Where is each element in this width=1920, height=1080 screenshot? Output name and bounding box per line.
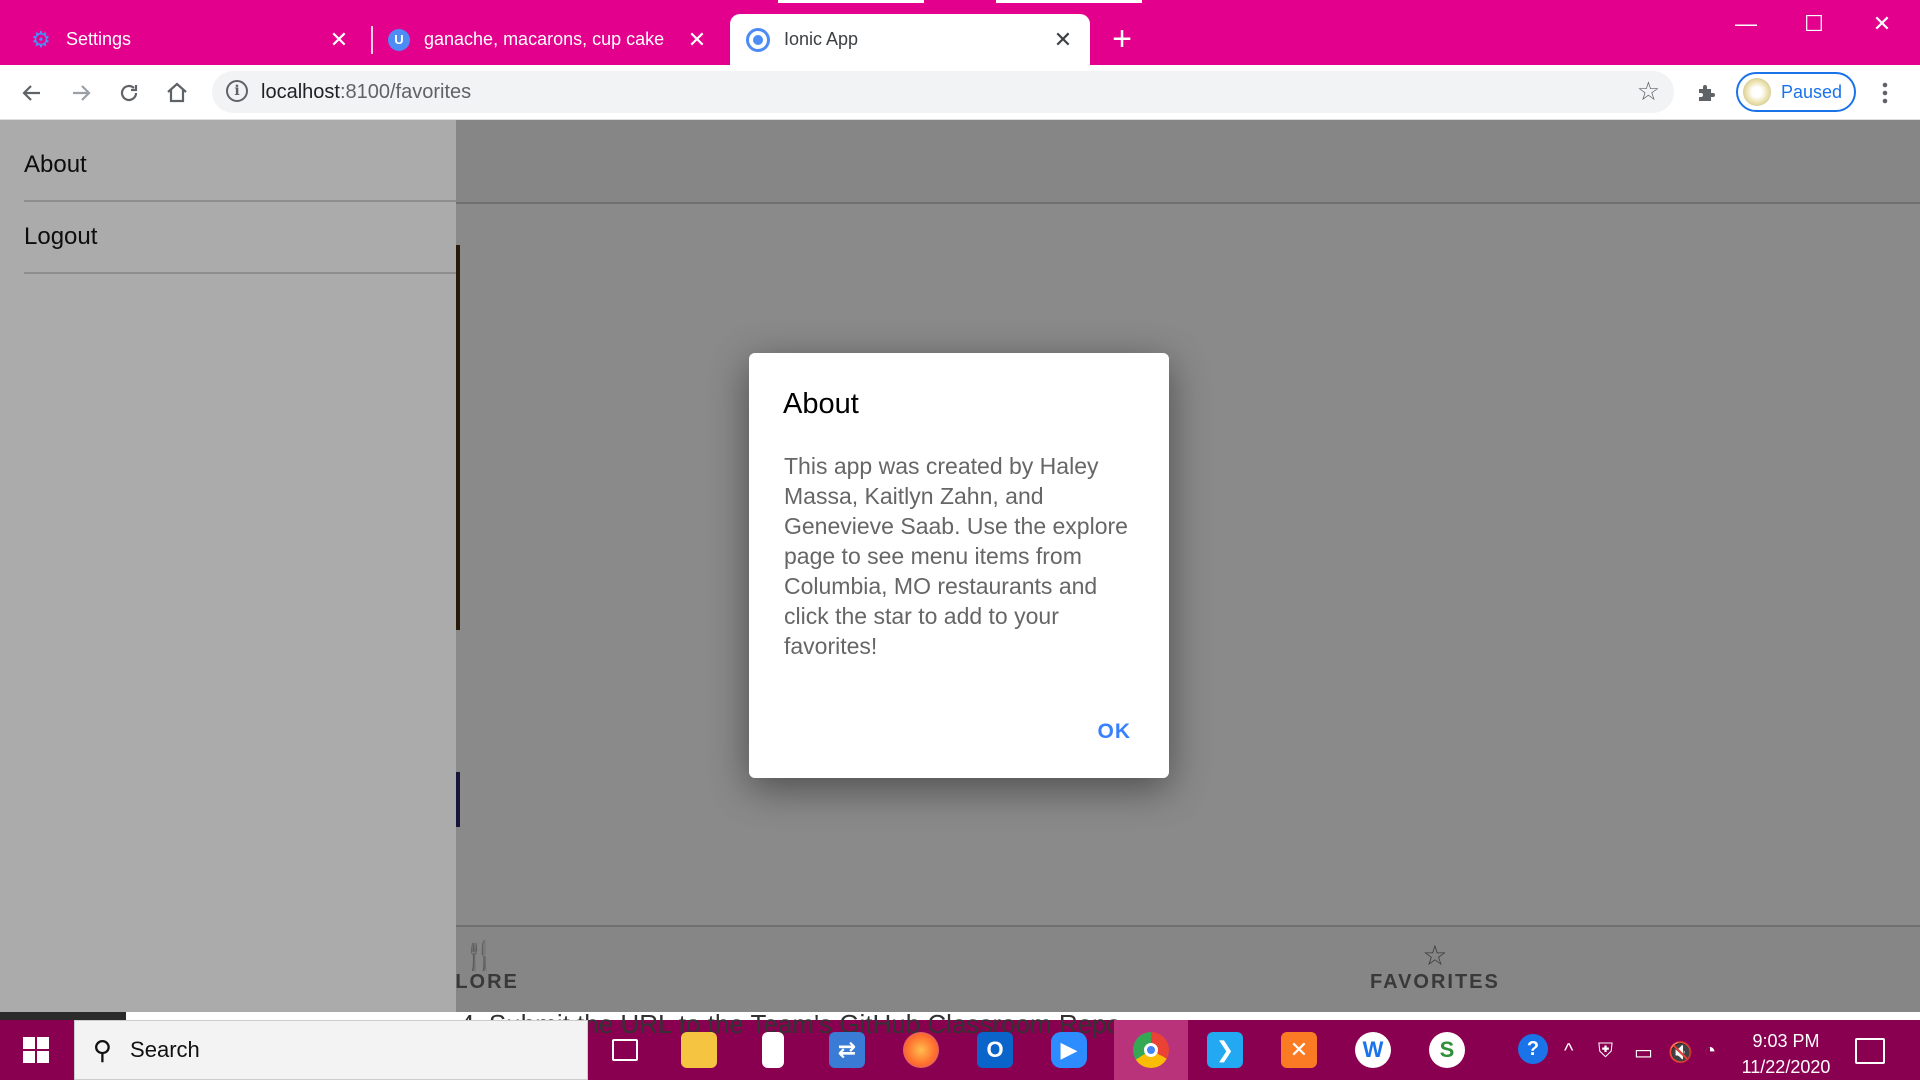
- close-icon[interactable]: ✕: [326, 27, 352, 53]
- taskbar-vscode[interactable]: ❯: [1188, 1020, 1262, 1080]
- url-text: localhost:8100/favorites: [261, 81, 471, 104]
- profile-button[interactable]: Paused: [1736, 72, 1856, 112]
- tab-settings[interactable]: ⚙ Settings ✕: [0, 14, 366, 65]
- alert-message: This app was created by Haley Massa, Kai…: [784, 453, 1128, 659]
- reload-button[interactable]: [112, 76, 146, 110]
- start-button[interactable]: [0, 1020, 72, 1080]
- folder-icon: [681, 1032, 717, 1068]
- tab-ionic-app[interactable]: Ionic App ✕: [730, 14, 1090, 65]
- app-viewport: 🍴 PLORE ☆ FAVORITES About Logout About T…: [0, 120, 1920, 1012]
- search-placeholder: Search: [130, 1037, 200, 1062]
- taskbar-task-view[interactable]: [588, 1020, 662, 1080]
- address-bar[interactable]: i localhost:8100/favorites ☆: [212, 71, 1674, 113]
- loading-icon: [746, 27, 770, 52]
- task-view-icon: [612, 1039, 638, 1061]
- network-icon: ⇄: [829, 1032, 865, 1068]
- battery-icon[interactable]: ▭: [1634, 1040, 1653, 1065]
- firefox-icon: [903, 1032, 939, 1068]
- alert-title: About: [783, 388, 859, 420]
- minimize-button[interactable]: —: [1721, 8, 1771, 40]
- taskbar-chrome[interactable]: [1114, 1020, 1188, 1080]
- system-clock[interactable]: 9:03 PM 11/22/2020: [1730, 1028, 1842, 1080]
- taskbar-outlook[interactable]: O: [958, 1020, 1032, 1080]
- url-host: localhost: [261, 81, 340, 103]
- notification-center-icon[interactable]: [1855, 1038, 1885, 1064]
- menu-button[interactable]: [1868, 76, 1902, 110]
- browser-toolbar: i localhost:8100/favorites ☆ Paused: [0, 65, 1920, 120]
- taskbar-zoom[interactable]: ▶: [1032, 1020, 1106, 1080]
- close-window-button[interactable]: ✕: [1857, 8, 1907, 40]
- new-tab-button[interactable]: +: [1104, 22, 1140, 58]
- forward-button[interactable]: [64, 76, 98, 110]
- tab-label: ganache, macarons, cup cake: [424, 29, 665, 49]
- clock-date: 11/22/2020: [1741, 1057, 1831, 1077]
- search-icon: ⚲: [93, 1034, 113, 1065]
- tab-label: Ionic App: [784, 29, 859, 49]
- menu-item-logout[interactable]: Logout: [24, 202, 456, 274]
- home-button[interactable]: [160, 76, 194, 110]
- menu-item-about[interactable]: About: [24, 130, 456, 202]
- kebab-menu-icon: [1882, 82, 1888, 104]
- outlook-icon: O: [977, 1032, 1013, 1068]
- arrow-left-icon: [22, 85, 40, 101]
- home-icon: [167, 82, 187, 103]
- chevron-up-icon[interactable]: ^: [1564, 1040, 1573, 1063]
- bookmark-star-icon[interactable]: ☆: [1637, 76, 1660, 107]
- avatar: [1743, 78, 1771, 106]
- about-alert-dialog: About This app was created by Haley Mass…: [749, 353, 1169, 778]
- profile-status: Paused: [1781, 81, 1843, 102]
- taskbar-app-s[interactable]: S: [1410, 1020, 1484, 1080]
- tab-highlight: [778, 0, 924, 3]
- document-icon: [762, 1032, 784, 1068]
- tab-highlight: [996, 0, 1142, 3]
- info-icon[interactable]: i: [226, 80, 248, 102]
- chrome-icon: [1133, 1032, 1169, 1068]
- u-favicon-icon: U: [388, 28, 410, 51]
- back-button[interactable]: [15, 76, 49, 110]
- wifi-icon[interactable]: ◔: [1704, 1040, 1716, 1063]
- zoom-icon: ▶: [1051, 1032, 1087, 1068]
- browser-tab-strip: ⚙ Settings ✕ U ganache, macarons, cup ca…: [0, 0, 1920, 65]
- puzzle-icon: [1699, 85, 1715, 101]
- taskbar-firefox[interactable]: [884, 1020, 958, 1080]
- tab-label: Settings: [66, 29, 132, 49]
- taskbar-network[interactable]: ⇄: [810, 1020, 884, 1080]
- windows-taskbar: 4. Submit the URL to the Team's GitHub C…: [0, 1009, 1920, 1080]
- xampp-icon: ✕: [1281, 1032, 1317, 1068]
- extensions-button[interactable]: [1690, 76, 1724, 110]
- gear-icon: ⚙: [31, 26, 51, 52]
- shield-icon[interactable]: ⛨: [1598, 1040, 1613, 1063]
- tab-ganache[interactable]: U ganache, macarons, cup cake ✕: [374, 14, 724, 65]
- taskbar-search-box[interactable]: ⚲ Search: [74, 1020, 588, 1080]
- taskbar-file-explorer[interactable]: [662, 1020, 736, 1080]
- help-icon[interactable]: ?: [1518, 1034, 1548, 1064]
- volume-muted-icon[interactable]: 🔇: [1668, 1040, 1693, 1065]
- taskbar-app-w[interactable]: W: [1336, 1020, 1410, 1080]
- arrow-right-icon: [73, 85, 91, 101]
- close-icon[interactable]: ✕: [684, 27, 710, 53]
- behind-window-strip: 4. Submit the URL to the Team's GitHub C…: [0, 1009, 1920, 1039]
- maximize-button[interactable]: ☐: [1789, 8, 1839, 40]
- s-app-icon: S: [1429, 1032, 1465, 1068]
- ok-button[interactable]: OK: [1098, 720, 1132, 744]
- taskbar-xampp[interactable]: ✕: [1262, 1020, 1336, 1080]
- windows-logo-icon: [23, 1037, 49, 1063]
- tab-separator: [371, 26, 373, 54]
- url-path: :8100/favorites: [339, 81, 472, 103]
- vscode-icon: ❯: [1207, 1032, 1243, 1068]
- clock-time: 9:03 PM: [1752, 1031, 1820, 1051]
- reload-icon: [120, 84, 138, 102]
- w-app-icon: W: [1355, 1032, 1391, 1068]
- side-menu: About Logout: [0, 120, 456, 1012]
- taskbar-files[interactable]: [736, 1020, 810, 1080]
- close-icon[interactable]: ✕: [1050, 27, 1076, 53]
